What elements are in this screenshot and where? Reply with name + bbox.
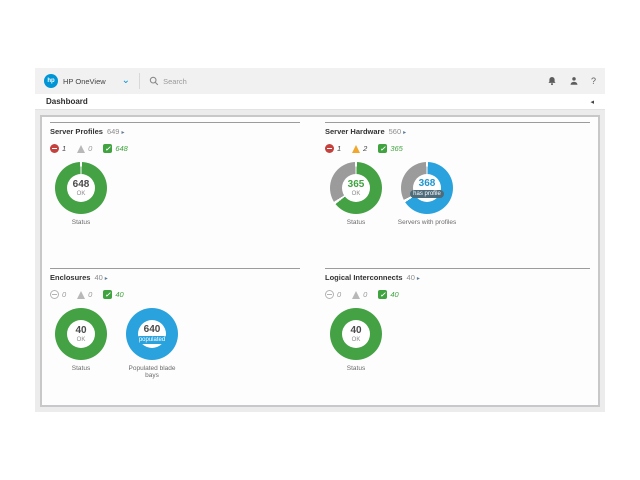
warning-status[interactable]: 0 <box>77 290 92 299</box>
dashboard-panel: Server Profiles 649▸ 1 0 ✓ <box>40 115 600 407</box>
donut-label: Status <box>72 219 90 226</box>
chevron-down-icon[interactable]: ⌄ <box>122 76 130 86</box>
donut-status[interactable]: 648 OK Status <box>50 162 112 226</box>
ok-status[interactable]: ✓ 40 <box>103 290 123 299</box>
collapse-panel-icon[interactable]: ◂ <box>590 98 594 106</box>
panel-title: Server Hardware <box>325 127 385 136</box>
donut-chart: 40 OK <box>55 308 107 360</box>
donut-chart: 648 OK <box>55 162 107 214</box>
critical-status[interactable]: 1 <box>50 144 66 153</box>
donut-servers-with-profiles[interactable]: 368 has profile Servers with profiles <box>396 162 458 226</box>
chevron-right-icon: ▸ <box>121 129 124 136</box>
donut-label: Status <box>347 219 365 226</box>
ok-status[interactable]: ✓ 40 <box>378 290 398 299</box>
bell-icon[interactable] <box>547 76 557 86</box>
app-name: HP OneView <box>63 77 106 86</box>
warning-icon <box>77 291 85 299</box>
warning-icon <box>77 145 85 153</box>
ok-check-icon: ✓ <box>378 144 387 153</box>
divider <box>325 122 590 123</box>
breadcrumb: Dashboard ◂ <box>35 94 605 110</box>
donut-label: Populated blade bays <box>121 365 183 379</box>
page-title: Dashboard <box>46 97 88 106</box>
panel-title: Server Profiles <box>50 127 103 136</box>
panel-count-link[interactable]: 649▸ <box>107 127 125 136</box>
donut-chart: 40 OK <box>330 308 382 360</box>
critical-icon <box>325 290 334 299</box>
panel-server-profiles: Server Profiles 649▸ 1 0 ✓ <box>50 122 300 268</box>
donut-label: Servers with profiles <box>398 219 457 226</box>
panel-title: Logical Interconnects <box>325 273 403 282</box>
donut-status[interactable]: 40 OK Status <box>50 308 112 379</box>
donut-chart: 640 populated <box>126 308 178 360</box>
divider <box>50 268 300 269</box>
critical-status[interactable]: 1 <box>325 144 341 153</box>
panel-logical-interconnects: Logical Interconnects 40▸ 0 0 ✓ <box>325 268 590 400</box>
hp-logo-icon: hp <box>44 74 58 88</box>
panel-count-link[interactable]: 560▸ <box>389 127 407 136</box>
panel-server-hardware: Server Hardware 560▸ 1 2 ✓ <box>325 122 590 268</box>
panel-count-link[interactable]: 40▸ <box>407 273 420 282</box>
ok-check-icon: ✓ <box>103 290 112 299</box>
donut-chart: 368 has profile <box>401 162 453 214</box>
warning-icon <box>352 291 360 299</box>
divider <box>139 73 140 89</box>
warning-icon <box>352 145 360 153</box>
panel-title: Enclosures <box>50 273 90 282</box>
critical-status[interactable]: 0 <box>50 290 66 299</box>
donut-status[interactable]: 365 OK Status <box>325 162 387 226</box>
panel-count-link[interactable]: 40▸ <box>94 273 107 282</box>
app-window: hp HP OneView ⌄ ? Dashboard ◂ <box>35 68 605 412</box>
donut-populated-blade-bays[interactable]: 640 populated Populated blade bays <box>121 308 183 379</box>
critical-icon <box>50 290 59 299</box>
donut-status[interactable]: 40 OK Status <box>325 308 387 372</box>
donut-label: Status <box>72 365 90 372</box>
donut-label: Status <box>347 365 365 372</box>
ok-status[interactable]: ✓ 648 <box>103 144 128 153</box>
donut-chart: 365 OK <box>330 162 382 214</box>
divider <box>50 122 300 123</box>
warning-status[interactable]: 2 <box>352 144 367 153</box>
critical-status[interactable]: 0 <box>325 290 341 299</box>
help-icon[interactable]: ? <box>591 76 596 86</box>
critical-icon <box>325 144 334 153</box>
search-input[interactable] <box>163 77 283 86</box>
dashboard-content: Server Profiles 649▸ 1 0 ✓ <box>35 110 605 412</box>
search-box[interactable] <box>149 76 547 86</box>
user-icon[interactable] <box>569 76 579 86</box>
ok-check-icon: ✓ <box>103 144 112 153</box>
search-icon <box>149 76 159 86</box>
chevron-right-icon: ▸ <box>417 275 420 282</box>
chevron-right-icon: ▸ <box>403 129 406 136</box>
ok-check-icon: ✓ <box>378 290 387 299</box>
panel-enclosures: Enclosures 40▸ 0 0 ✓ <box>50 268 300 400</box>
warning-status[interactable]: 0 <box>352 290 367 299</box>
critical-icon <box>50 144 59 153</box>
top-bar: hp HP OneView ⌄ ? <box>35 68 605 94</box>
divider <box>325 268 590 269</box>
warning-status[interactable]: 0 <box>77 144 92 153</box>
chevron-right-icon: ▸ <box>105 275 108 282</box>
ok-status[interactable]: ✓ 365 <box>378 144 403 153</box>
